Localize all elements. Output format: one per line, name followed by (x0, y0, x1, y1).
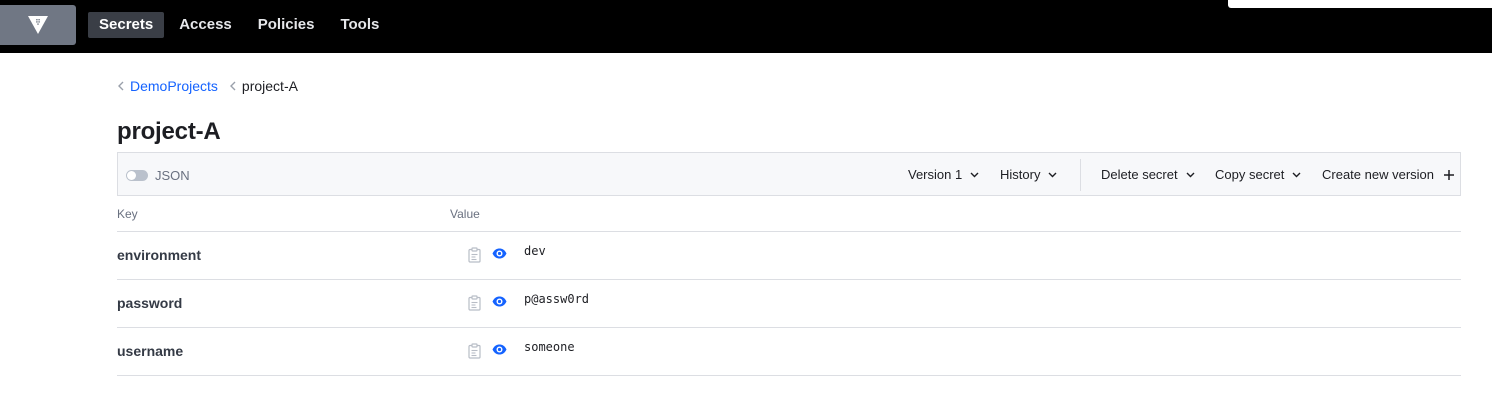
nav-access[interactable]: Access (168, 12, 243, 38)
version-dropdown[interactable]: Version 1 (908, 167, 979, 182)
nav-secrets[interactable]: Secrets (88, 12, 165, 38)
nav-policies[interactable]: Policies (247, 12, 326, 38)
json-toggle-label: JSON (155, 168, 190, 183)
create-new-version-button[interactable]: Create new version (1322, 167, 1454, 182)
chevron-down-icon (1292, 172, 1301, 177)
copy-secret-dropdown[interactable]: Copy secret (1215, 167, 1301, 182)
row-value: p@assw0rd (524, 292, 590, 306)
main-nav: Secrets Access Policies Tools (88, 12, 390, 38)
breadcrumb-parent-link[interactable]: DemoProjects (130, 78, 218, 94)
row-key: username (117, 343, 184, 359)
delete-secret-dropdown[interactable]: Delete secret (1101, 167, 1195, 182)
breadcrumb-current: project-A (241, 78, 298, 94)
top-navigation-bar: Secrets Access Policies Tools (0, 0, 1492, 53)
table-row: username someone (117, 327, 1461, 376)
page-title: project-A (117, 118, 221, 145)
delete-secret-label: Delete secret (1101, 167, 1178, 182)
eye-icon[interactable] (492, 295, 507, 308)
plus-icon (1444, 169, 1454, 180)
toggle-switch[interactable] (126, 170, 148, 181)
secret-toolbar: JSON Version 1 History Delete secret Cop… (117, 152, 1461, 196)
row-key: environment (117, 247, 202, 263)
eye-icon[interactable] (492, 247, 507, 260)
row-value: dev (524, 244, 546, 258)
nav-tools[interactable]: Tools (329, 12, 390, 38)
chevron-down-icon (1048, 172, 1057, 177)
history-dropdown-label: History (1000, 167, 1041, 182)
version-dropdown-label: Version 1 (908, 167, 963, 182)
top-right-panel (1228, 0, 1492, 8)
clipboard-copy-icon[interactable] (468, 295, 482, 311)
json-toggle[interactable]: JSON (126, 168, 190, 183)
column-header-key: Key (117, 207, 138, 221)
chevron-left-icon (118, 81, 124, 91)
clipboard-copy-icon[interactable] (468, 247, 482, 263)
table-row: password p@assw0rd (117, 279, 1461, 328)
create-new-version-label: Create new version (1322, 167, 1434, 182)
chevron-left-icon (229, 81, 236, 91)
copy-secret-label: Copy secret (1215, 167, 1285, 182)
clipboard-copy-icon[interactable] (468, 343, 482, 359)
breadcrumb: DemoProjects project-A (118, 78, 298, 94)
row-key: password (117, 295, 183, 311)
table-row: environment dev (117, 231, 1461, 280)
eye-icon[interactable] (492, 343, 507, 356)
row-value: someone (524, 340, 575, 354)
history-dropdown[interactable]: History (1000, 167, 1057, 182)
column-header-value: Value (450, 207, 480, 221)
vault-logo-icon[interactable] (0, 5, 76, 45)
table-header: Key Value (117, 207, 1461, 232)
chevron-down-icon (970, 172, 979, 177)
toolbar-divider (1080, 159, 1081, 191)
chevron-down-icon (1186, 172, 1195, 177)
